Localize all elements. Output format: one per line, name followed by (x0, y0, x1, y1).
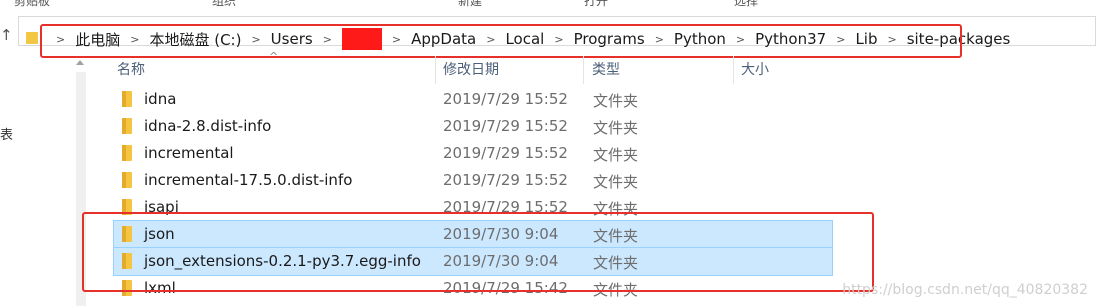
file-type: 文件夹 (593, 146, 639, 164)
up-arrow-icon[interactable]: ↑ (0, 26, 13, 44)
highlight-annotation-rows (82, 212, 874, 292)
folder-icon (122, 172, 132, 188)
file-date: 2019/7/29 15:52 (443, 171, 568, 189)
scroll-up-icon[interactable] (74, 56, 86, 68)
file-name: idna (144, 90, 177, 108)
file-type: 文件夹 (593, 92, 639, 110)
folder-icon (26, 32, 38, 44)
list-item[interactable]: incremental 2019/7/29 15:52 文件夹 (114, 140, 832, 167)
list-item[interactable]: incremental-17.5.0.dist-info 2019/7/29 1… (114, 167, 832, 194)
toolbar-fragment: 新建 (458, 0, 483, 8)
toolbar-remnant: 剪贴板 组织 新建 打开 选择 (0, 0, 1096, 8)
file-type: 文件夹 (593, 119, 639, 137)
file-name: incremental-17.5.0.dist-info (144, 171, 353, 189)
file-date: 2019/7/29 15:52 (443, 117, 568, 135)
list-item[interactable]: idna-2.8.dist-info 2019/7/29 15:52 文件夹 (114, 113, 832, 140)
toolbar-fragment: 组织 (212, 0, 237, 8)
file-name: incremental (144, 144, 234, 162)
file-date: 2019/7/29 15:52 (443, 144, 568, 162)
list-item[interactable]: idna 2019/7/29 15:52 文件夹 (114, 86, 832, 113)
folder-icon (122, 145, 132, 161)
file-type: 文件夹 (593, 173, 639, 191)
column-size[interactable]: 大小 (734, 56, 835, 84)
column-name[interactable]: 名称 (106, 56, 436, 84)
folder-icon (122, 118, 132, 134)
column-date-modified[interactable]: 修改日期 (436, 56, 584, 84)
file-date: 2019/7/29 15:52 (443, 90, 568, 108)
file-name: idna-2.8.dist-info (144, 117, 272, 135)
folder-icon (122, 91, 132, 107)
watermark: https://blog.csdn.net/qq_40820382 (842, 282, 1088, 298)
toolbar-fragment: 剪贴板 (14, 0, 51, 8)
address-bar[interactable]: ↑ > 此电脑 > 本地磁盘 (C:) > Users > > AppData … (0, 12, 1096, 58)
toolbar-fragment: 选择 (734, 0, 759, 8)
column-header: ^ 名称 修改日期 类型 大小 (106, 50, 835, 84)
column-type[interactable]: 类型 (584, 56, 734, 84)
nav-item-fragment[interactable]: 表 (0, 124, 13, 143)
toolbar-fragment: 打开 (584, 0, 609, 8)
highlight-annotation-address (40, 24, 962, 58)
